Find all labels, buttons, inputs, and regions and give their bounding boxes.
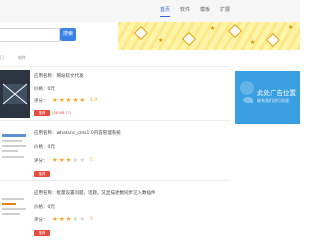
app-list-item[interactable]: 应用名称：网站软文代发 价格：0元 评分： ★ ★ ★ ★ ★ 4.9 推荐 (… (0, 68, 230, 121)
rating-score: 4.9 (90, 98, 98, 103)
banner-star-icon: ★ (288, 24, 294, 31)
rating-stars: ★ ★ ★ ★ ★ (52, 157, 85, 164)
ad-title: 此处广告位置 (257, 89, 296, 97)
ad-subtitle: 联系我们进行投放 (257, 98, 289, 103)
app-price: 价格：0元 (34, 205, 55, 210)
top-banner: ★ ★ ★ ★ (118, 22, 300, 50)
app-name[interactable]: 应用名称：批量设置问题，话题，又显描述数同步汪入数插件 (34, 190, 156, 196)
category-tabs: 门 软件 (0, 52, 230, 67)
app-thumbnail-graphic (0, 70, 30, 118)
app-thumbnail (0, 130, 30, 174)
recommend-button[interactable]: 推荐 (34, 230, 50, 236)
app-thumbnail (0, 70, 30, 118)
main-nav: 首页 软件 模板 扩展 (160, 6, 230, 17)
star-icon: ★ (72, 96, 79, 104)
empty-star-icon: ★ (72, 215, 79, 223)
empty-star-icon: ★ (79, 215, 86, 223)
empty-star-icon: ★ (79, 156, 86, 164)
banner-diamond-shape (181, 31, 197, 47)
empty-star-icon: ★ (72, 156, 79, 164)
search-input[interactable] (0, 28, 60, 42)
star-icon: ★ (58, 156, 65, 164)
rating-label: 评分： (34, 159, 48, 164)
rating-stars: ★ ★ ★ ★ ★ (52, 216, 85, 223)
recommend-button[interactable]: 推荐 (34, 171, 50, 177)
banner-star-icon: ★ (158, 37, 164, 44)
star-icon: ★ (65, 96, 72, 104)
tab-software[interactable]: 软件 (18, 55, 26, 61)
banner-diamond-shape (265, 32, 281, 48)
rating-score: 5 (90, 158, 93, 163)
banner-diamond-shape (227, 23, 243, 39)
star-icon: ★ (58, 96, 65, 104)
star-icon: ★ (52, 156, 58, 164)
rating-label: 评分： (34, 218, 48, 223)
ad-decoration (240, 81, 254, 95)
star-icon: ★ (52, 96, 58, 104)
app-name[interactable]: 应用名称：网站软文代发 (34, 73, 84, 79)
ad-decoration (243, 97, 253, 103)
tab-category[interactable]: 门 (0, 55, 4, 61)
app-price: 价格：0元 (34, 145, 55, 150)
star-icon: ★ (52, 215, 58, 223)
search-button[interactable]: 搜索 (60, 28, 76, 41)
star-icon: ★ (65, 215, 72, 223)
half-star-icon: ★ (79, 96, 86, 104)
app-list-item[interactable]: 应用名称：whatsns_cms1.0内容管理系统 价格：0元 评分： ★ ★ … (0, 124, 230, 181)
banner-star-icon: ★ (210, 25, 216, 32)
nav-item-extensions[interactable]: 扩展 (220, 6, 230, 17)
rating-label: 评分： (34, 99, 48, 104)
app-name[interactable]: 应用名称：whatsns_cms1.0内容管理系统 (34, 130, 121, 136)
banner-diamond-shape (133, 25, 149, 41)
app-thumbnail (0, 194, 30, 234)
nav-item-templates[interactable]: 模板 (200, 6, 210, 17)
recommend-button[interactable]: 推荐 (34, 110, 50, 116)
app-list-item[interactable]: 应用名称：批量设置问题，话题，又显描述数同步汪入数插件 价格：0元 评分： ★ … (0, 184, 230, 240)
app-price: 价格：0元 (34, 87, 55, 92)
nav-item-software[interactable]: 软件 (180, 6, 190, 17)
app-thumbnail-graphic (0, 194, 30, 234)
ad-banner[interactable]: 此处广告位置 联系我们进行投放 (235, 71, 300, 124)
rating-stars: ★ ★ ★ ★ ★ (52, 97, 85, 104)
size-text: (48 MB 17) (52, 111, 72, 115)
app-thumbnail-graphic (0, 130, 30, 174)
star-icon: ★ (58, 215, 65, 223)
banner-star-icon: ★ (250, 39, 256, 46)
top-navigation-bar: 首页 软件 模板 扩展 (0, 0, 300, 23)
nav-item-home[interactable]: 首页 (160, 6, 171, 17)
star-icon: ★ (65, 156, 72, 164)
rating-score: 5 (90, 217, 93, 222)
